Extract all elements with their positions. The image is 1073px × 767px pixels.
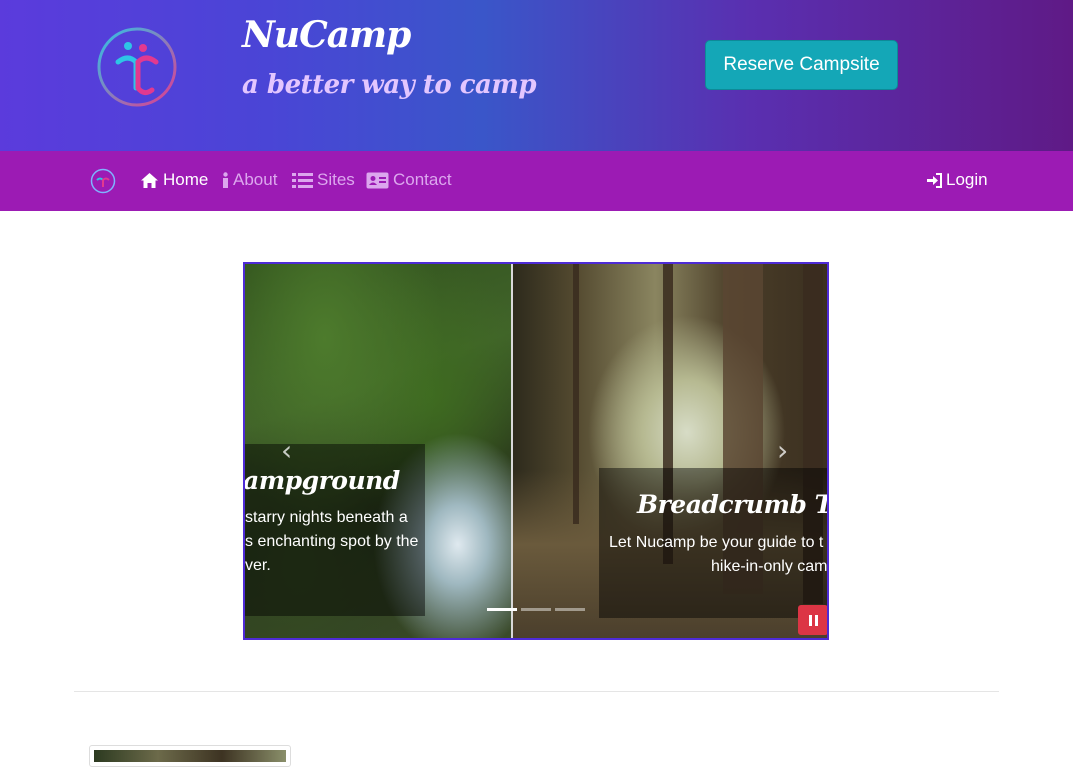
carousel-next-control[interactable]: ›: [777, 437, 797, 465]
info-icon: [223, 171, 228, 188]
nav-contact[interactable]: Contact: [366, 170, 452, 190]
slide-caption-breadcrumb-trail: Breadcrumb Trail Let Nucamp be your guid…: [599, 468, 828, 618]
navbar-logo[interactable]: [90, 168, 116, 194]
slide-caption-campground: ampground starry nights beneath a s ench…: [245, 444, 425, 616]
nav-sites-label: Sites: [317, 170, 355, 189]
section-divider: [74, 691, 999, 692]
nav-home-label: Home: [163, 170, 209, 189]
list-icon: [292, 172, 313, 188]
carousel: ampground starry nights beneath a s ench…: [243, 262, 829, 640]
caption-title: Breadcrumb Trail: [637, 490, 827, 519]
caption-line: Let Nucamp be your guide to t: [609, 534, 824, 551]
header-jumbotron: NuCamp a better way to camp Reserve Camp…: [0, 0, 1073, 151]
pause-icon: [808, 614, 812, 626]
navbar: Home About Sites Contact Login: [0, 151, 1073, 211]
nucamp-logo: [97, 27, 177, 107]
carousel-prev-control[interactable]: ‹: [281, 437, 301, 465]
carousel-pause-button[interactable]: [798, 605, 827, 635]
caption-title: ampground: [245, 466, 400, 495]
carousel-indicator-1[interactable]: [487, 608, 517, 611]
campsite-thumbnail: [89, 745, 291, 767]
home-icon: [141, 172, 158, 188]
address-card-icon: [366, 172, 389, 188]
carousel-indicator-3[interactable]: [555, 608, 585, 611]
brand-subtitle: a better way to camp: [242, 70, 537, 100]
thumbnail-image: [94, 750, 286, 762]
caption-line: s enchanting spot by the: [245, 533, 419, 550]
brand-title: NuCamp: [242, 14, 411, 56]
carousel-indicator-2[interactable]: [521, 608, 551, 611]
pause-icon-bar: [814, 614, 818, 626]
caption-line: hike-in-only cam: [711, 558, 828, 575]
nav-sites[interactable]: Sites: [292, 170, 355, 190]
caption-line: starry nights beneath a: [245, 509, 408, 526]
login-label: Login: [946, 170, 988, 189]
reserve-campsite-button[interactable]: Reserve Campsite: [705, 40, 898, 90]
nav-home[interactable]: Home: [140, 170, 208, 190]
slide-divider: [511, 264, 513, 638]
nav-about-label: About: [233, 170, 278, 189]
caption-line: ver.: [245, 557, 271, 574]
nav-about[interactable]: About: [222, 170, 277, 190]
nav-contact-label: Contact: [393, 170, 452, 189]
login-link[interactable]: Login: [927, 170, 988, 190]
sign-in-icon: [927, 172, 942, 188]
